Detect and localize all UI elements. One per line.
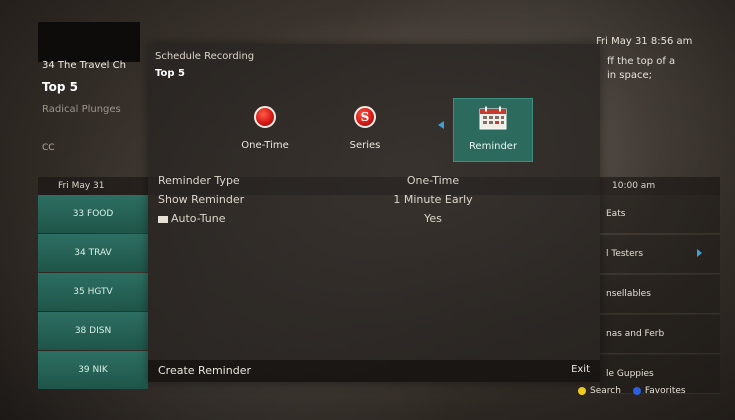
guide-time-label: 10:00 am	[612, 181, 656, 191]
program-cell-label: nsellables	[606, 289, 651, 299]
channel-cell[interactable]: 39 NIK	[38, 351, 148, 389]
cc-badge: CC	[42, 143, 55, 153]
program-cell[interactable]: Eats	[600, 195, 720, 234]
series-option[interactable]: S Series	[326, 98, 404, 160]
channel-column: 33 FOOD 34 TRAV 35 HGTV 38 DISN 39 NIK	[38, 195, 148, 390]
yellow-button-icon	[578, 387, 586, 395]
button-legend: Search Favorites	[578, 386, 686, 396]
channel-cell[interactable]: 34 TRAV	[38, 234, 148, 272]
favorites-hint: Favorites	[644, 386, 686, 396]
dialog-subtitle: Top 5	[155, 68, 185, 79]
option-label: Reminder	[468, 141, 518, 152]
option-label: Series	[349, 140, 381, 151]
channel-name: 34 The Travel Ch	[42, 60, 126, 71]
dialog-footer: Create Reminder Exit	[148, 360, 600, 382]
episode-title: Radical Plunges	[42, 104, 121, 115]
series-icon: S	[354, 106, 376, 128]
program-title: Top 5	[42, 80, 78, 94]
datetime: Fri May 31 8:56 am	[596, 36, 693, 47]
program-cell-label: l Testers	[606, 249, 644, 259]
row-key: Auto-Tune	[171, 212, 226, 225]
row-value: One-Time	[406, 174, 460, 187]
program-cell-label: le Guppies	[606, 369, 654, 379]
exit-button[interactable]: Exit	[571, 364, 590, 375]
program-cell[interactable]: nas and Ferb	[600, 315, 720, 354]
calendar-icon	[479, 106, 507, 130]
tv-icon	[158, 215, 168, 223]
one-time-option[interactable]: One-Time	[226, 98, 304, 160]
guide-day-label: Fri May 31	[58, 181, 105, 191]
channel-logo	[38, 22, 140, 62]
blue-button-icon	[632, 387, 641, 395]
program-description: ff the top of a in space;	[607, 56, 676, 81]
channel-cell[interactable]: 35 HGTV	[38, 273, 148, 311]
program-cell[interactable]: nsellables	[600, 275, 720, 314]
selection-arrow-icon	[438, 121, 444, 129]
channel-cell[interactable]: 33 FOOD	[38, 195, 148, 233]
program-cell-label: Eats	[606, 209, 626, 219]
schedule-recording-dialog: Schedule Recording Top 5 One-Time S Seri…	[148, 44, 600, 382]
row-key: Show Reminder	[158, 193, 245, 206]
record-dot-icon	[254, 106, 276, 128]
option-label: One-Time	[241, 140, 289, 151]
create-reminder-button[interactable]: Create Reminder	[158, 364, 251, 377]
row-key-wrap: Auto-Tune	[158, 212, 225, 225]
dialog-title: Schedule Recording	[155, 51, 255, 62]
row-value: 1 Minute Early	[393, 193, 473, 206]
row-value: Yes	[424, 212, 442, 225]
program-cell-label: nas and Ferb	[606, 329, 665, 339]
program-column: Eats l Testers nsellables nas and Ferb l…	[600, 195, 720, 395]
channel-cell[interactable]: 38 DISN	[38, 312, 148, 350]
search-hint: Search	[590, 386, 621, 396]
reminder-option[interactable]: Reminder	[453, 98, 533, 162]
row-key: Reminder Type	[158, 174, 240, 187]
arrow-right-icon	[697, 249, 702, 257]
program-cell[interactable]: l Testers	[600, 235, 720, 274]
